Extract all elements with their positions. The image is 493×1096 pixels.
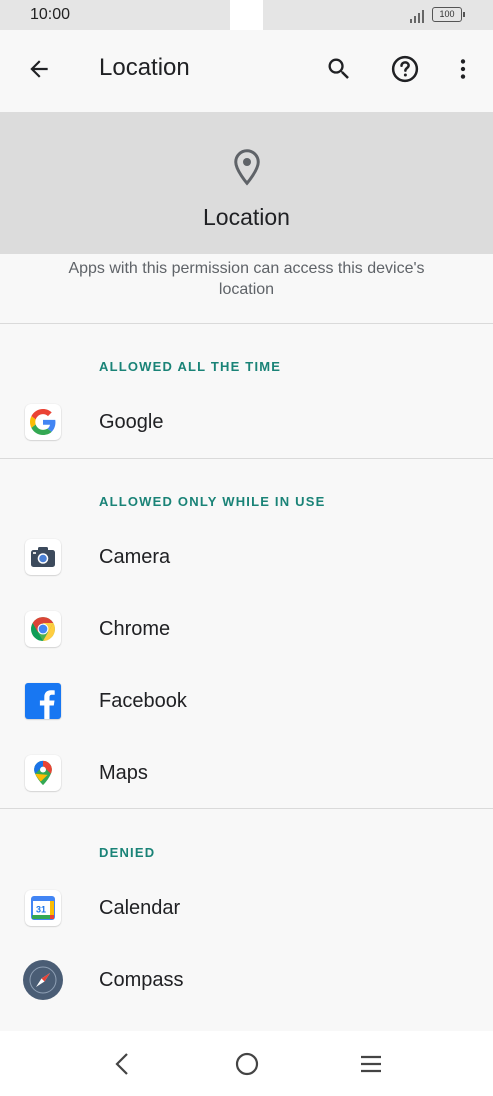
section-header-allowed-while-in-use: ALLOWED ONLY WHILE IN USE bbox=[99, 494, 326, 509]
more-vert-icon bbox=[460, 59, 466, 79]
compass-icon bbox=[23, 960, 63, 1000]
more-options-button[interactable] bbox=[441, 47, 485, 91]
facebook-icon bbox=[25, 683, 61, 719]
app-name: Calendar bbox=[99, 897, 181, 919]
permission-title: Location bbox=[203, 204, 290, 230]
back-button[interactable] bbox=[17, 47, 61, 91]
section-header-allowed-all-time: ALLOWED ALL THE TIME bbox=[99, 359, 282, 374]
google-icon bbox=[25, 404, 61, 440]
chrome-icon bbox=[25, 611, 61, 647]
battery-icon: 100 bbox=[432, 7, 465, 22]
app-name: Chrome bbox=[99, 618, 171, 640]
app-name: Compass bbox=[99, 969, 184, 991]
nav-back-button[interactable] bbox=[108, 1049, 138, 1079]
app-name: Camera bbox=[99, 546, 171, 568]
app-row-camera[interactable]: Camera bbox=[0, 521, 493, 593]
app-bar: Location bbox=[0, 30, 493, 108]
app-name: Maps bbox=[99, 762, 148, 784]
calendar-icon: 31 bbox=[25, 890, 61, 926]
nav-home-button[interactable] bbox=[232, 1049, 262, 1079]
status-time: 10:00 bbox=[30, 6, 71, 23]
app-row-maps[interactable]: Maps bbox=[0, 737, 493, 809]
help-button[interactable] bbox=[383, 47, 427, 91]
back-arrow-icon bbox=[30, 60, 48, 78]
maps-icon bbox=[25, 755, 61, 791]
home-circle-icon bbox=[235, 1052, 259, 1076]
divider bbox=[0, 323, 493, 324]
battery-level: 100 bbox=[439, 9, 455, 19]
permission-header: Location bbox=[0, 112, 493, 254]
chevron-left-icon bbox=[115, 1053, 128, 1075]
menu-lines-icon bbox=[361, 1055, 381, 1073]
navigation-bar bbox=[0, 1031, 493, 1096]
app-row-google[interactable]: Google bbox=[0, 386, 493, 458]
app-row-chrome[interactable]: Chrome bbox=[0, 593, 493, 665]
divider bbox=[0, 458, 493, 459]
page-title: Location bbox=[99, 54, 190, 81]
signal-icon bbox=[410, 10, 424, 23]
camera-notch bbox=[170, 0, 323, 30]
search-icon bbox=[328, 58, 349, 79]
app-row-calendar[interactable]: 31 Calendar bbox=[0, 872, 493, 944]
section-header-denied: DENIED bbox=[99, 845, 156, 860]
permission-description: Apps with this permission can access thi… bbox=[68, 260, 425, 298]
help-icon bbox=[391, 55, 419, 83]
app-name: Facebook bbox=[99, 690, 187, 712]
status-bar: 10:00 100 bbox=[0, 0, 493, 30]
location-pin-icon bbox=[234, 149, 260, 186]
calendar-date-badge: 31 bbox=[36, 905, 46, 915]
app-row-compass[interactable]: Compass bbox=[0, 944, 493, 1016]
app-row-facebook[interactable]: Facebook bbox=[0, 665, 493, 737]
divider bbox=[0, 808, 493, 809]
app-name: Google bbox=[99, 411, 164, 433]
nav-recents-button[interactable] bbox=[356, 1049, 386, 1079]
search-button[interactable] bbox=[317, 47, 361, 91]
camera-icon bbox=[25, 539, 61, 575]
